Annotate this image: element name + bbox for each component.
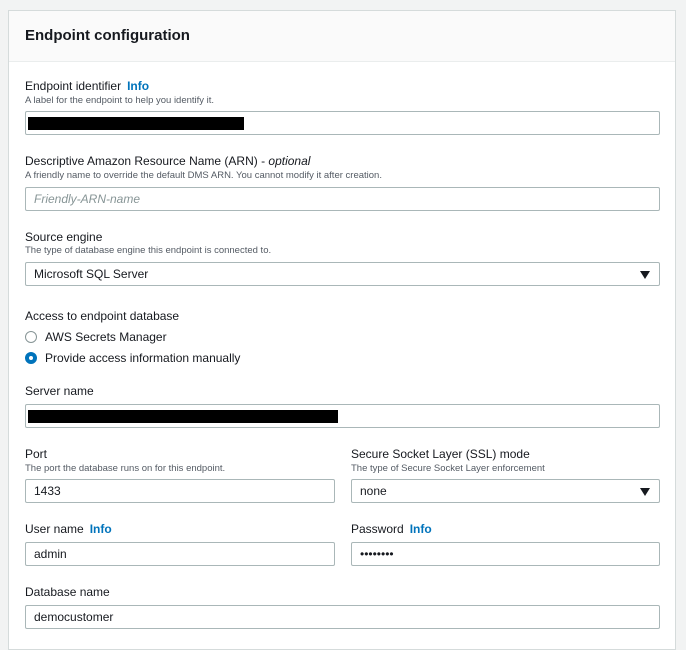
password-input[interactable]: •••••••• bbox=[351, 542, 660, 566]
user-name-input[interactable]: admin bbox=[25, 542, 335, 566]
source-engine-description: The type of database engine this endpoin… bbox=[25, 245, 272, 256]
source-engine-value: Microsoft SQL Server bbox=[34, 267, 149, 281]
redacted-value bbox=[28, 117, 244, 130]
port-label: Port bbox=[25, 447, 48, 461]
radio-secrets-manager[interactable] bbox=[25, 331, 37, 343]
database-name-label: Database name bbox=[25, 585, 110, 599]
arn-label-text: Descriptive Amazon Resource Name (ARN) - bbox=[25, 154, 269, 168]
port-input[interactable]: 1433 bbox=[25, 479, 335, 503]
server-name-input[interactable] bbox=[25, 404, 660, 428]
access-label: Access to endpoint database bbox=[25, 309, 180, 323]
ssl-mode-description: The type of Secure Socket Layer enforcem… bbox=[351, 463, 545, 474]
endpoint-identifier-input[interactable] bbox=[25, 111, 660, 135]
password-label: Password Info bbox=[351, 522, 432, 536]
radio-manual-access-label[interactable]: Provide access information manually bbox=[45, 351, 240, 365]
endpoint-configuration-panel: Endpoint configuration Endpoint identifi… bbox=[8, 10, 676, 650]
panel-title: Endpoint configuration bbox=[25, 27, 190, 44]
endpoint-identifier-label: Endpoint identifier Info bbox=[25, 79, 149, 93]
arn-input[interactable]: Friendly-ARN-name bbox=[25, 187, 660, 211]
ssl-mode-value: none bbox=[360, 484, 387, 498]
user-name-info-link[interactable]: Info bbox=[90, 522, 112, 536]
arn-optional-text: optional bbox=[268, 154, 311, 168]
source-engine-select[interactable]: Microsoft SQL Server bbox=[25, 262, 660, 286]
arn-placeholder: Friendly-ARN-name bbox=[34, 192, 141, 206]
endpoint-identifier-info-link[interactable]: Info bbox=[127, 79, 149, 93]
radio-manual-access[interactable] bbox=[25, 352, 37, 364]
password-info-link[interactable]: Info bbox=[410, 522, 432, 536]
arn-label: Descriptive Amazon Resource Name (ARN) -… bbox=[25, 154, 310, 168]
endpoint-identifier-description: A label for the endpoint to help you ide… bbox=[25, 95, 215, 106]
arn-description: A friendly name to override the default … bbox=[25, 170, 382, 181]
user-name-label: User name Info bbox=[25, 522, 112, 536]
source-engine-label: Source engine bbox=[25, 230, 103, 244]
chevron-down-icon bbox=[640, 488, 650, 496]
chevron-down-icon bbox=[640, 271, 650, 279]
redacted-value bbox=[28, 410, 338, 423]
database-name-input[interactable]: democustomer bbox=[25, 605, 660, 629]
user-name-label-text: User name bbox=[25, 522, 84, 536]
panel-header: Endpoint configuration bbox=[9, 11, 675, 62]
password-label-text: Password bbox=[351, 522, 404, 536]
endpoint-identifier-label-text: Endpoint identifier bbox=[25, 79, 122, 93]
ssl-mode-label: Secure Socket Layer (SSL) mode bbox=[351, 447, 530, 461]
server-name-label: Server name bbox=[25, 384, 94, 398]
radio-secrets-manager-label[interactable]: AWS Secrets Manager bbox=[45, 330, 167, 344]
port-description: The port the database runs on for this e… bbox=[25, 463, 226, 474]
ssl-mode-select[interactable]: none bbox=[351, 479, 660, 503]
